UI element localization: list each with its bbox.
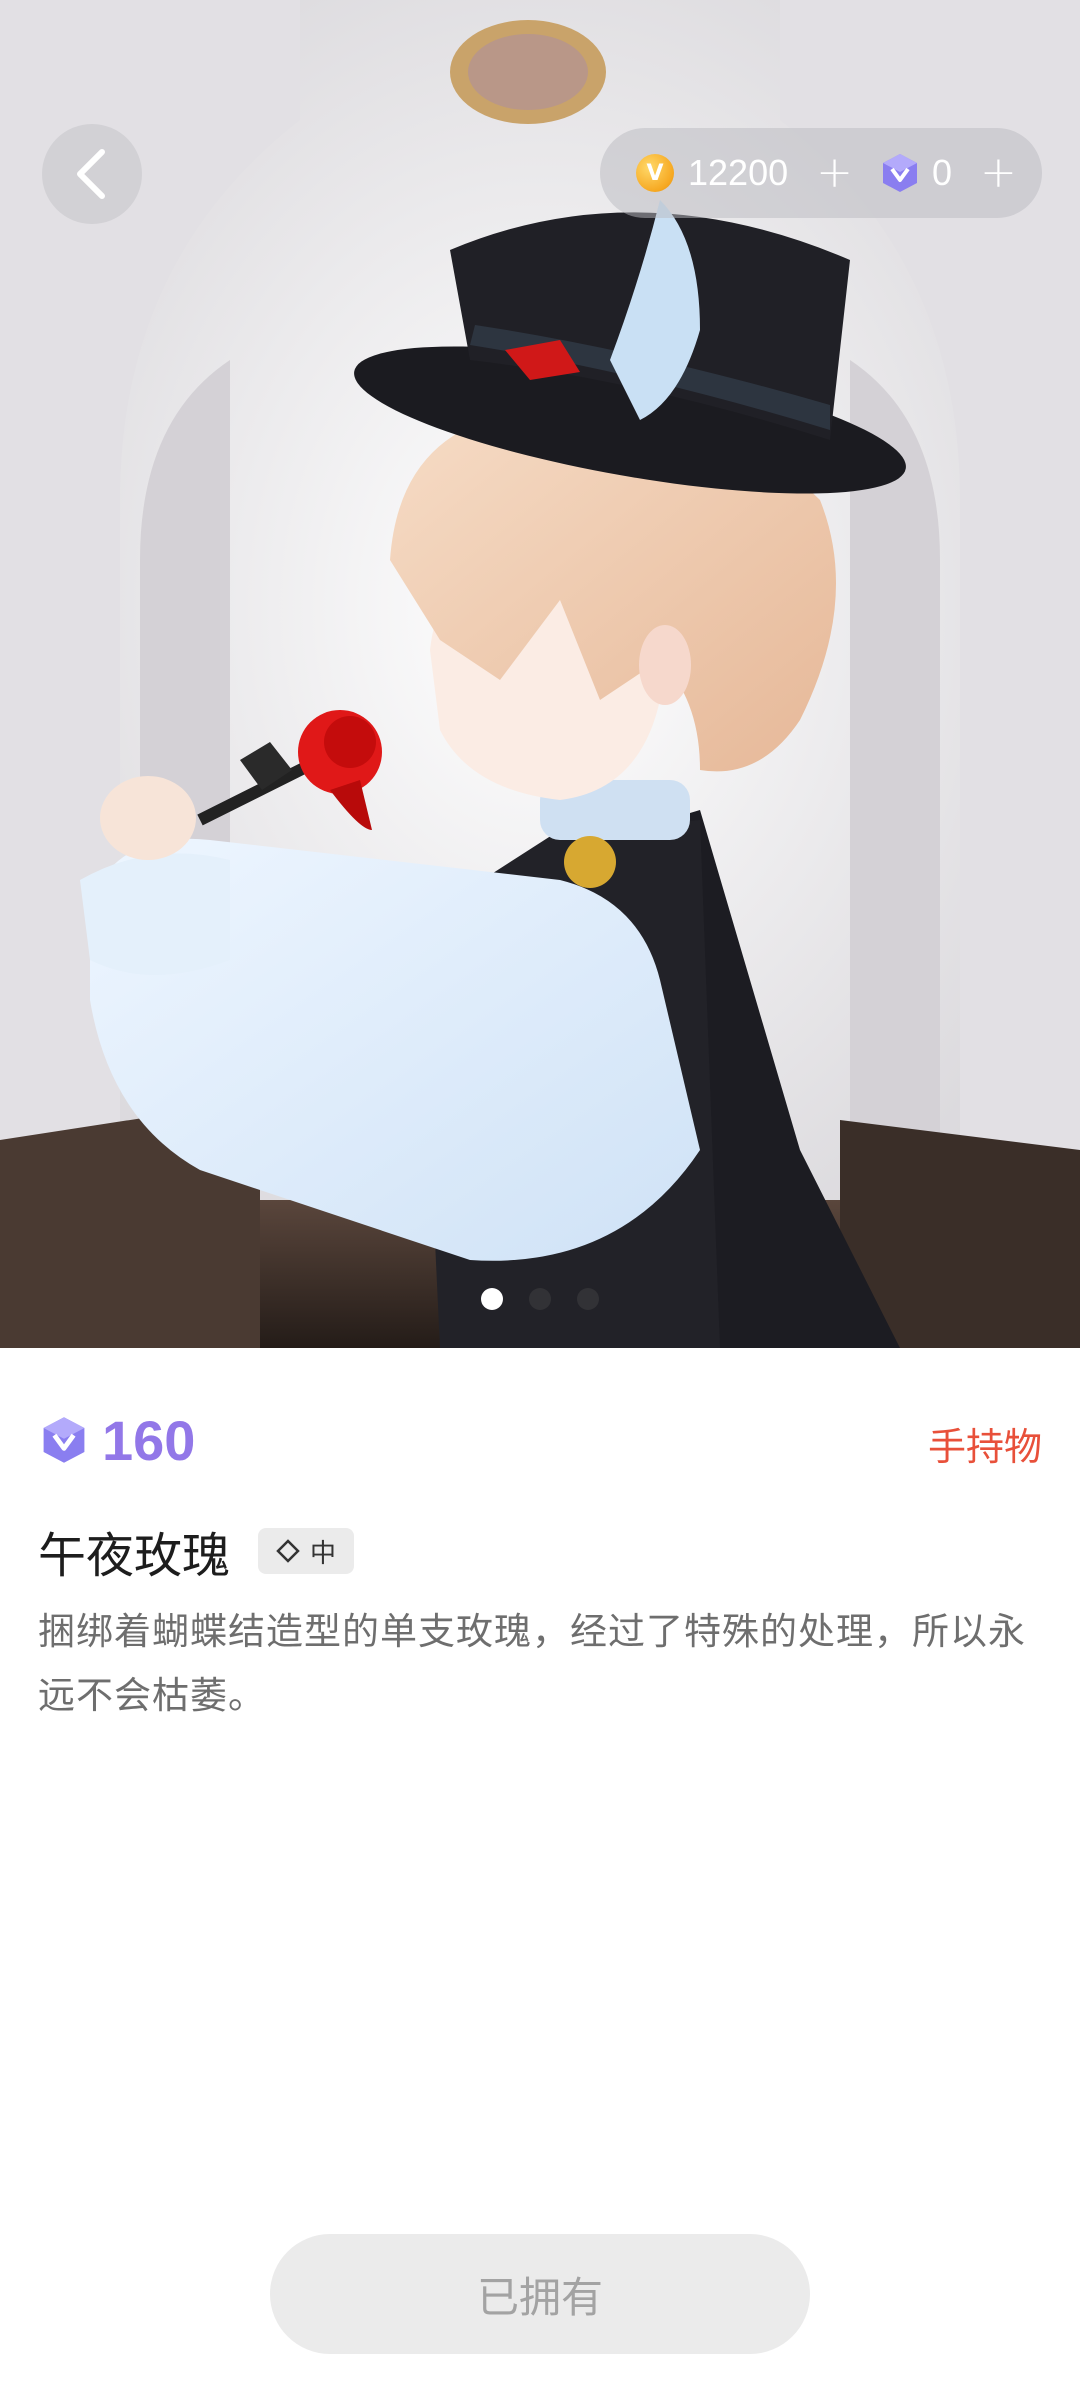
chevron-left-icon bbox=[77, 149, 105, 199]
add-gems-button[interactable]: + bbox=[980, 151, 1017, 195]
owned-button[interactable]: 已拥有 bbox=[270, 2234, 810, 2354]
currency-bar: V 12200 + 0 + bbox=[600, 128, 1042, 218]
page-dot[interactable] bbox=[577, 1288, 599, 1310]
gem-icon bbox=[883, 154, 917, 192]
coin-icon: V bbox=[636, 154, 674, 192]
gem-value: 0 bbox=[932, 152, 953, 193]
add-coins-button[interactable]: + bbox=[816, 151, 853, 195]
item-preview-image[interactable]: V 12200 + 0 + bbox=[0, 0, 1080, 1348]
page-dot[interactable] bbox=[481, 1288, 503, 1310]
coin-value: 12200 bbox=[688, 152, 789, 193]
page-dot[interactable] bbox=[529, 1288, 551, 1310]
coin-balance: V 12200 + bbox=[636, 128, 853, 218]
item-title-row: 午夜玫瑰 中 bbox=[38, 1518, 355, 1584]
gem-icon bbox=[43, 1417, 85, 1463]
diamond-outline-icon bbox=[276, 1539, 300, 1563]
item-description: 捆绑着蝴蝶结造型的单支玫瑰，经过了特殊的处理，所以永远不会枯萎。 bbox=[38, 1610, 1026, 1717]
item-category: 手持物 bbox=[927, 1425, 1042, 1469]
item-name: 午夜玫瑰 bbox=[38, 1528, 231, 1584]
gem-balance: 0 + bbox=[880, 128, 1017, 218]
back-button[interactable] bbox=[42, 124, 142, 224]
gallery-pagination bbox=[0, 1288, 1080, 1312]
item-price: 160 bbox=[40, 1408, 195, 1472]
rarity-label: 中 bbox=[310, 1538, 337, 1569]
price-value: 160 bbox=[102, 1408, 196, 1472]
rarity-badge: 中 bbox=[258, 1528, 355, 1574]
